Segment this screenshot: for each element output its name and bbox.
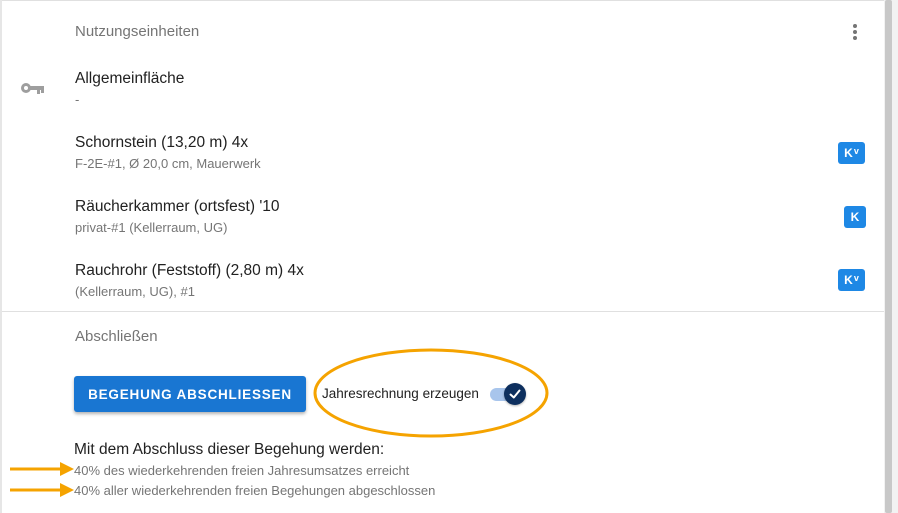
check-icon xyxy=(509,389,521,399)
unit-item-subtitle: - xyxy=(75,92,80,107)
annual-invoice-toggle-label: Jahresrechnung erzeugen xyxy=(322,386,479,401)
object-title: Rauchrohr (Feststoff) (2,80 m) 4x xyxy=(75,262,304,279)
badge-letter: K xyxy=(844,146,853,160)
scrollbar[interactable] xyxy=(885,0,892,513)
inspection-card: Nutzungseinheiten Allgemeinfläche - Scho… xyxy=(2,0,884,513)
section-title-finish: Abschließen xyxy=(75,328,158,345)
section-title-units: Nutzungseinheiten xyxy=(75,23,200,40)
finish-info-line: 40% des wiederkehrenden freien Jahresums… xyxy=(74,463,410,478)
page: Nutzungseinheiten Allgemeinfläche - Scho… xyxy=(0,0,898,513)
more-vert-icon[interactable] xyxy=(850,23,860,43)
object-subtitle: (Kellerraum, UG), #1 xyxy=(75,284,195,299)
kv-badge[interactable]: Kv xyxy=(838,269,865,291)
object-subtitle: F-2E-#1, Ø 20,0 cm, Mauerwerk xyxy=(75,156,261,171)
object-item-schornstein[interactable]: Schornstein (13,20 m) 4x F-2E-#1, Ø 20,0… xyxy=(75,133,835,173)
object-subtitle: privat-#1 (Kellerraum, UG) xyxy=(75,220,228,235)
object-title: Räucherkammer (ortsfest) '10 xyxy=(75,198,280,215)
finish-info-heading: Mit dem Abschluss dieser Begehung werden… xyxy=(74,441,385,458)
finish-inspection-button[interactable]: BEGEHUNG ABSCHLIESSEN xyxy=(74,376,306,412)
kv-badge[interactable]: Kv xyxy=(838,142,865,164)
section-divider xyxy=(2,311,884,312)
object-title: Schornstein (13,20 m) 4x xyxy=(75,134,249,151)
annual-invoice-toggle[interactable] xyxy=(490,383,528,405)
object-item-rauchrohr[interactable]: Rauchrohr (Feststoff) (2,80 m) 4x (Kelle… xyxy=(75,261,835,301)
finish-info-line: 40% aller wiederkehrenden freien Begehun… xyxy=(74,483,436,498)
key-icon xyxy=(21,83,44,94)
badge-letter: K xyxy=(850,210,860,224)
badge-letter: K xyxy=(844,273,853,287)
badge-sup: v xyxy=(853,146,859,156)
toggle-knob xyxy=(504,383,526,405)
badge-sup: v xyxy=(853,273,859,283)
unit-item-allgemeinflaeche[interactable]: Allgemeinfläche - xyxy=(75,69,835,109)
object-item-raeucherkammer[interactable]: Räucherkammer (ortsfest) '10 privat-#1 (… xyxy=(75,197,835,237)
unit-item-title: Allgemeinfläche xyxy=(75,70,185,87)
k-badge[interactable]: K xyxy=(844,206,866,228)
